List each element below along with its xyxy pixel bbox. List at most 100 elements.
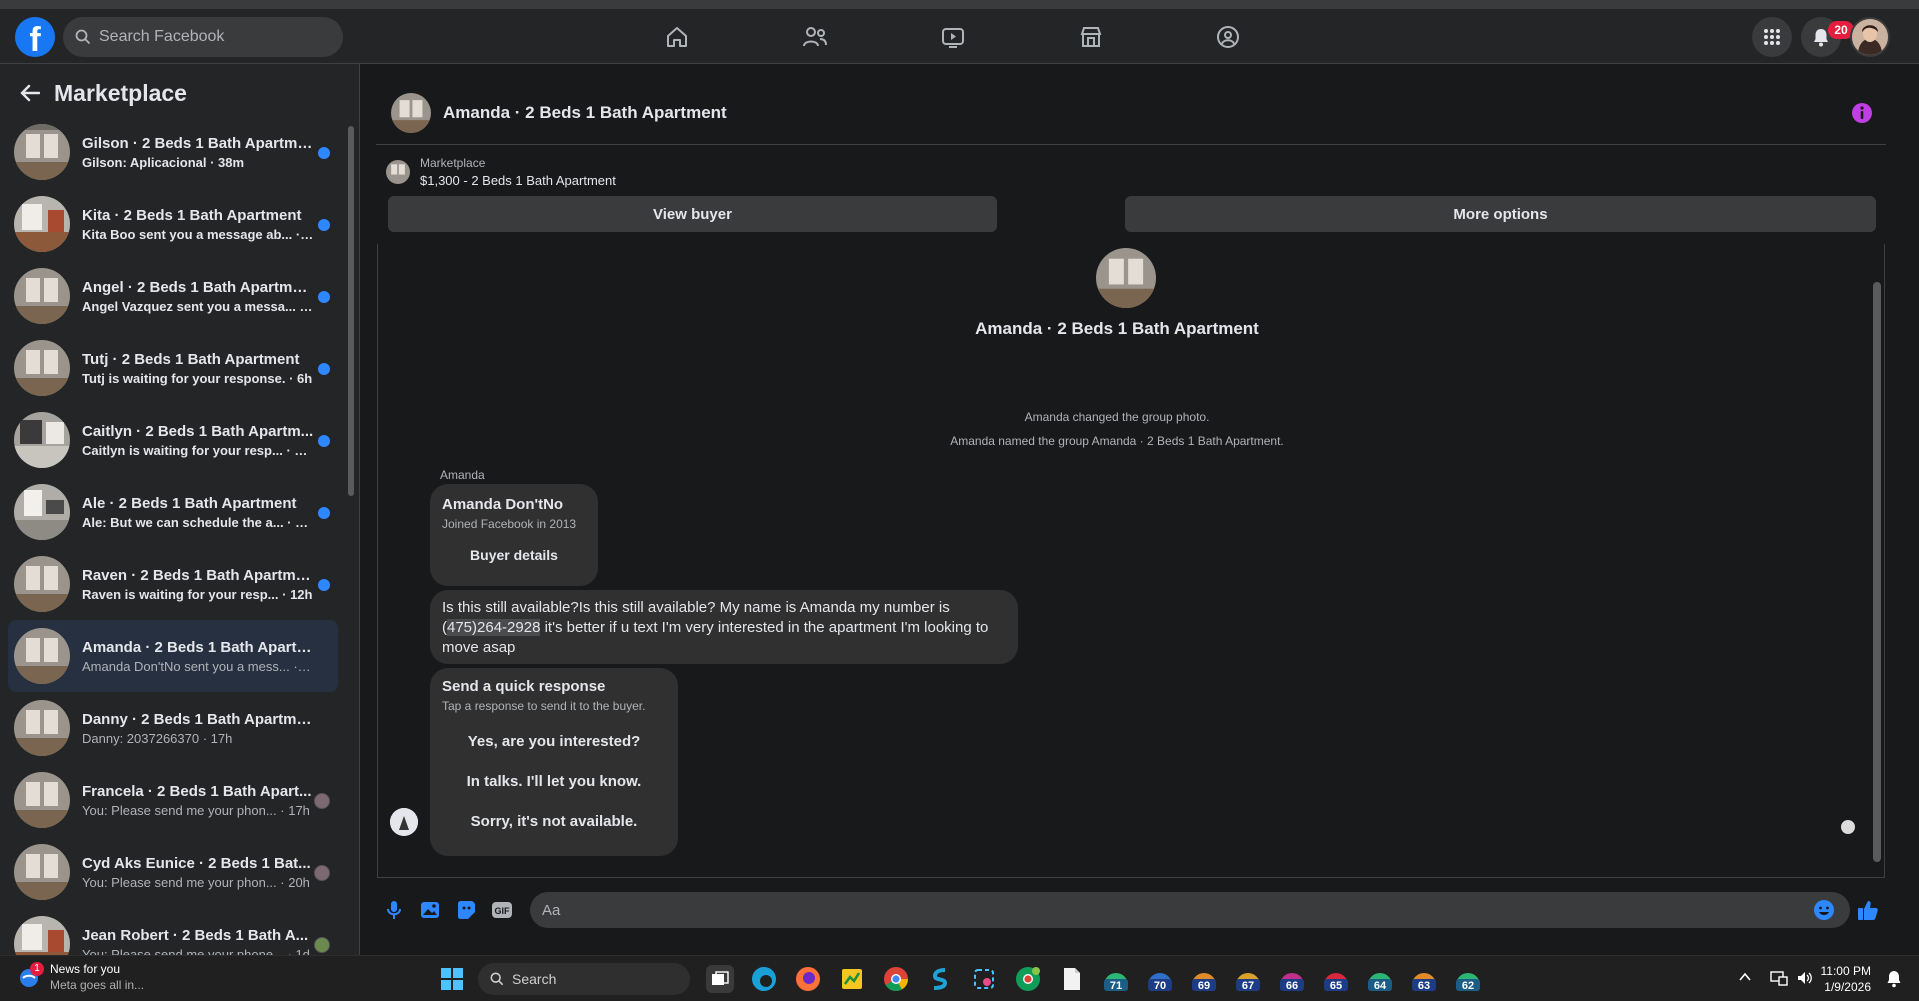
taskbar-app-67[interactable]: 67	[1234, 965, 1262, 993]
message-bubble[interactable]: Is this still available?Is this still av…	[430, 590, 1018, 664]
taskbar-app-62[interactable]: 62	[1454, 965, 1482, 993]
quick-response-option[interactable]: In talks. I'll let you know.	[442, 761, 666, 801]
search-box[interactable]	[63, 17, 343, 57]
network-icon[interactable]	[1770, 970, 1788, 986]
taskbar-app-66[interactable]: 66	[1278, 965, 1306, 993]
seen-indicator-avatar	[1841, 820, 1855, 834]
search-icon	[75, 29, 91, 45]
chat-scrollbar[interactable]	[1870, 244, 1884, 877]
profile-avatar[interactable]	[1850, 17, 1890, 57]
news-icon: 1	[18, 962, 44, 988]
conversation-item-selected[interactable]: Amanda · 2 Beds 1 Bath Apartm... Amanda D…	[8, 620, 338, 692]
listing-thumbnail	[14, 628, 70, 684]
gif-icon[interactable]: GIF	[484, 892, 520, 928]
more-options-button[interactable]: More options	[1125, 196, 1876, 232]
conversation-item[interactable]: Angel · 2 Beds 1 Bath Apartment Angel Vaz…	[8, 260, 338, 332]
system-clock[interactable]: 11:00 PM 1/9/2026	[1821, 963, 1871, 995]
microphone-icon[interactable]	[376, 892, 412, 928]
file-icon[interactable]	[1058, 965, 1086, 993]
conversation-item[interactable]: Francela · 2 Beds 1 Bath Apart... You: Pl…	[8, 764, 338, 836]
quick-response-option[interactable]: Yes, are you interested?	[442, 721, 666, 761]
chat-title[interactable]: Amanda · 2 Beds 1 Bath Apartment	[443, 103, 727, 123]
taskbar-app-70[interactable]: 70	[1146, 965, 1174, 993]
start-button[interactable]	[438, 965, 466, 993]
spreadsheet-icon[interactable]	[838, 965, 866, 993]
taskbar-app-63[interactable]: 63	[1410, 965, 1438, 993]
quick-response-option[interactable]: Sorry, it's not available.	[442, 801, 666, 841]
listing-thumbnail	[14, 196, 70, 252]
conversation-item[interactable]: Caitlyn · 2 Beds 1 Bath Apartm... Caitlyn…	[8, 404, 338, 476]
firefox-icon[interactable]	[794, 965, 822, 993]
taskbar-app-71[interactable]: 71	[1102, 965, 1130, 993]
conversation-name: Danny · 2 Beds 1 Bath Apartment	[82, 710, 314, 728]
conversation-name: Cyd Aks Eunice · 2 Beds 1 Bat...	[82, 854, 311, 872]
message-input[interactable]	[530, 892, 1850, 928]
thumbs-up-icon[interactable]	[1850, 892, 1886, 928]
listing-thumbnail	[14, 556, 70, 612]
listing-thumbnail	[14, 412, 70, 468]
svg-text:65: 65	[1330, 980, 1342, 992]
nav-groups[interactable]	[1208, 17, 1248, 57]
taskbar-app-69[interactable]: 69	[1190, 965, 1218, 993]
conversation-item[interactable]: Raven · 2 Beds 1 Bath Apartme... Raven is…	[8, 548, 338, 620]
buyer-joined-date: Joined Facebook in 2013	[442, 517, 577, 531]
sidebar-scrollbar[interactable]	[347, 116, 355, 946]
chat-avatar[interactable]	[391, 93, 431, 133]
taskbar-search[interactable]: Search	[478, 963, 690, 995]
unread-indicator	[318, 507, 330, 519]
conversation-list: Gilson · 2 Beds 1 Bath Apartme... Gilson:…	[8, 116, 338, 980]
quick-response-card: Send a quick response Tap a response to …	[430, 668, 678, 856]
scrollbar-thumb[interactable]	[1873, 282, 1881, 862]
clock-time: 11:00 PM	[1820, 964, 1871, 978]
phone-number[interactable]: 475)264-2928	[447, 619, 541, 636]
nav-marketplace[interactable]	[1071, 17, 1111, 57]
chrome-profile-icon[interactable]	[1014, 965, 1042, 993]
snipping-tool-icon[interactable]	[970, 965, 998, 993]
scrollbar-thumb[interactable]	[348, 126, 354, 496]
taskbar-search-label: Search	[512, 971, 557, 987]
marketplace-sidebar: Marketplace Gilson · 2 Beds 1 Bath Apart…	[0, 64, 360, 972]
buyer-name: Amanda Don'tNo	[442, 496, 564, 513]
chevron-up-icon[interactable]	[1738, 970, 1752, 984]
message-thread[interactable]: Amanda · 2 Beds 1 Bath Apartment Amanda …	[377, 244, 1885, 878]
conversation-item[interactable]: Tutj · 2 Beds 1 Bath Apartment Tutj is wa…	[8, 332, 338, 404]
sidebar-header: Marketplace	[20, 78, 187, 108]
chrome-icon[interactable]	[882, 965, 910, 993]
sender-name: Amanda	[440, 468, 485, 482]
browser-top-strip	[0, 0, 1919, 9]
view-buyer-button[interactable]: View buyer	[388, 196, 997, 232]
listing-summary[interactable]: Marketplace $1,300 - 2 Beds 1 Bath Apart…	[386, 154, 616, 190]
conversation-name: Francela · 2 Beds 1 Bath Apart...	[82, 782, 312, 800]
conversation-name: Gilson · 2 Beds 1 Bath Apartme...	[82, 134, 314, 152]
menu-button[interactable]	[1752, 17, 1792, 57]
svg-text:GIF: GIF	[495, 906, 511, 916]
sidebar-title: Marketplace	[54, 79, 187, 106]
sticker-icon[interactable]	[448, 892, 484, 928]
edge-browser-icon[interactable]	[750, 965, 778, 993]
conversation-name: Angel · 2 Beds 1 Bath Apartment	[82, 278, 314, 296]
news-widget[interactable]: 1 News for you Meta goes all in...	[18, 962, 144, 992]
nav-home[interactable]	[657, 17, 697, 57]
search-input[interactable]	[99, 28, 329, 46]
photo-icon[interactable]	[412, 892, 448, 928]
conversation-item[interactable]: Kita · 2 Beds 1 Bath Apartment Kita Boo s…	[8, 188, 338, 260]
emoji-icon[interactable]	[1806, 892, 1842, 928]
info-icon[interactable]	[1851, 102, 1873, 124]
conversation-item[interactable]: Gilson · 2 Beds 1 Bath Apartme... Gilson:…	[8, 116, 338, 188]
taskbar-app-64[interactable]: 64	[1366, 965, 1394, 993]
conversation-item[interactable]: Ale · 2 Beds 1 Bath Apartment Ale: But we…	[8, 476, 338, 548]
back-arrow-icon[interactable]	[20, 84, 40, 102]
volume-icon[interactable]	[1796, 970, 1814, 986]
nav-watch[interactable]	[933, 17, 973, 57]
buyer-details-button[interactable]: Buyer details	[442, 547, 586, 563]
notification-center-icon[interactable]	[1886, 970, 1902, 988]
nav-friends[interactable]	[795, 17, 835, 57]
app-icon-s[interactable]	[926, 965, 954, 993]
conversation-item[interactable]: Cyd Aks Eunice · 2 Beds 1 Bat... You: Ple…	[8, 836, 338, 908]
message-composer: GIF	[376, 888, 1886, 932]
conversation-item[interactable]: Danny · 2 Beds 1 Bath Apartment Danny: 20…	[8, 692, 338, 764]
quick-response-subtitle: Tap a response to send it to the buyer.	[442, 699, 646, 713]
task-view-icon[interactable]	[706, 965, 734, 993]
facebook-logo[interactable]: f	[15, 17, 55, 57]
taskbar-app-65[interactable]: 65	[1322, 965, 1350, 993]
